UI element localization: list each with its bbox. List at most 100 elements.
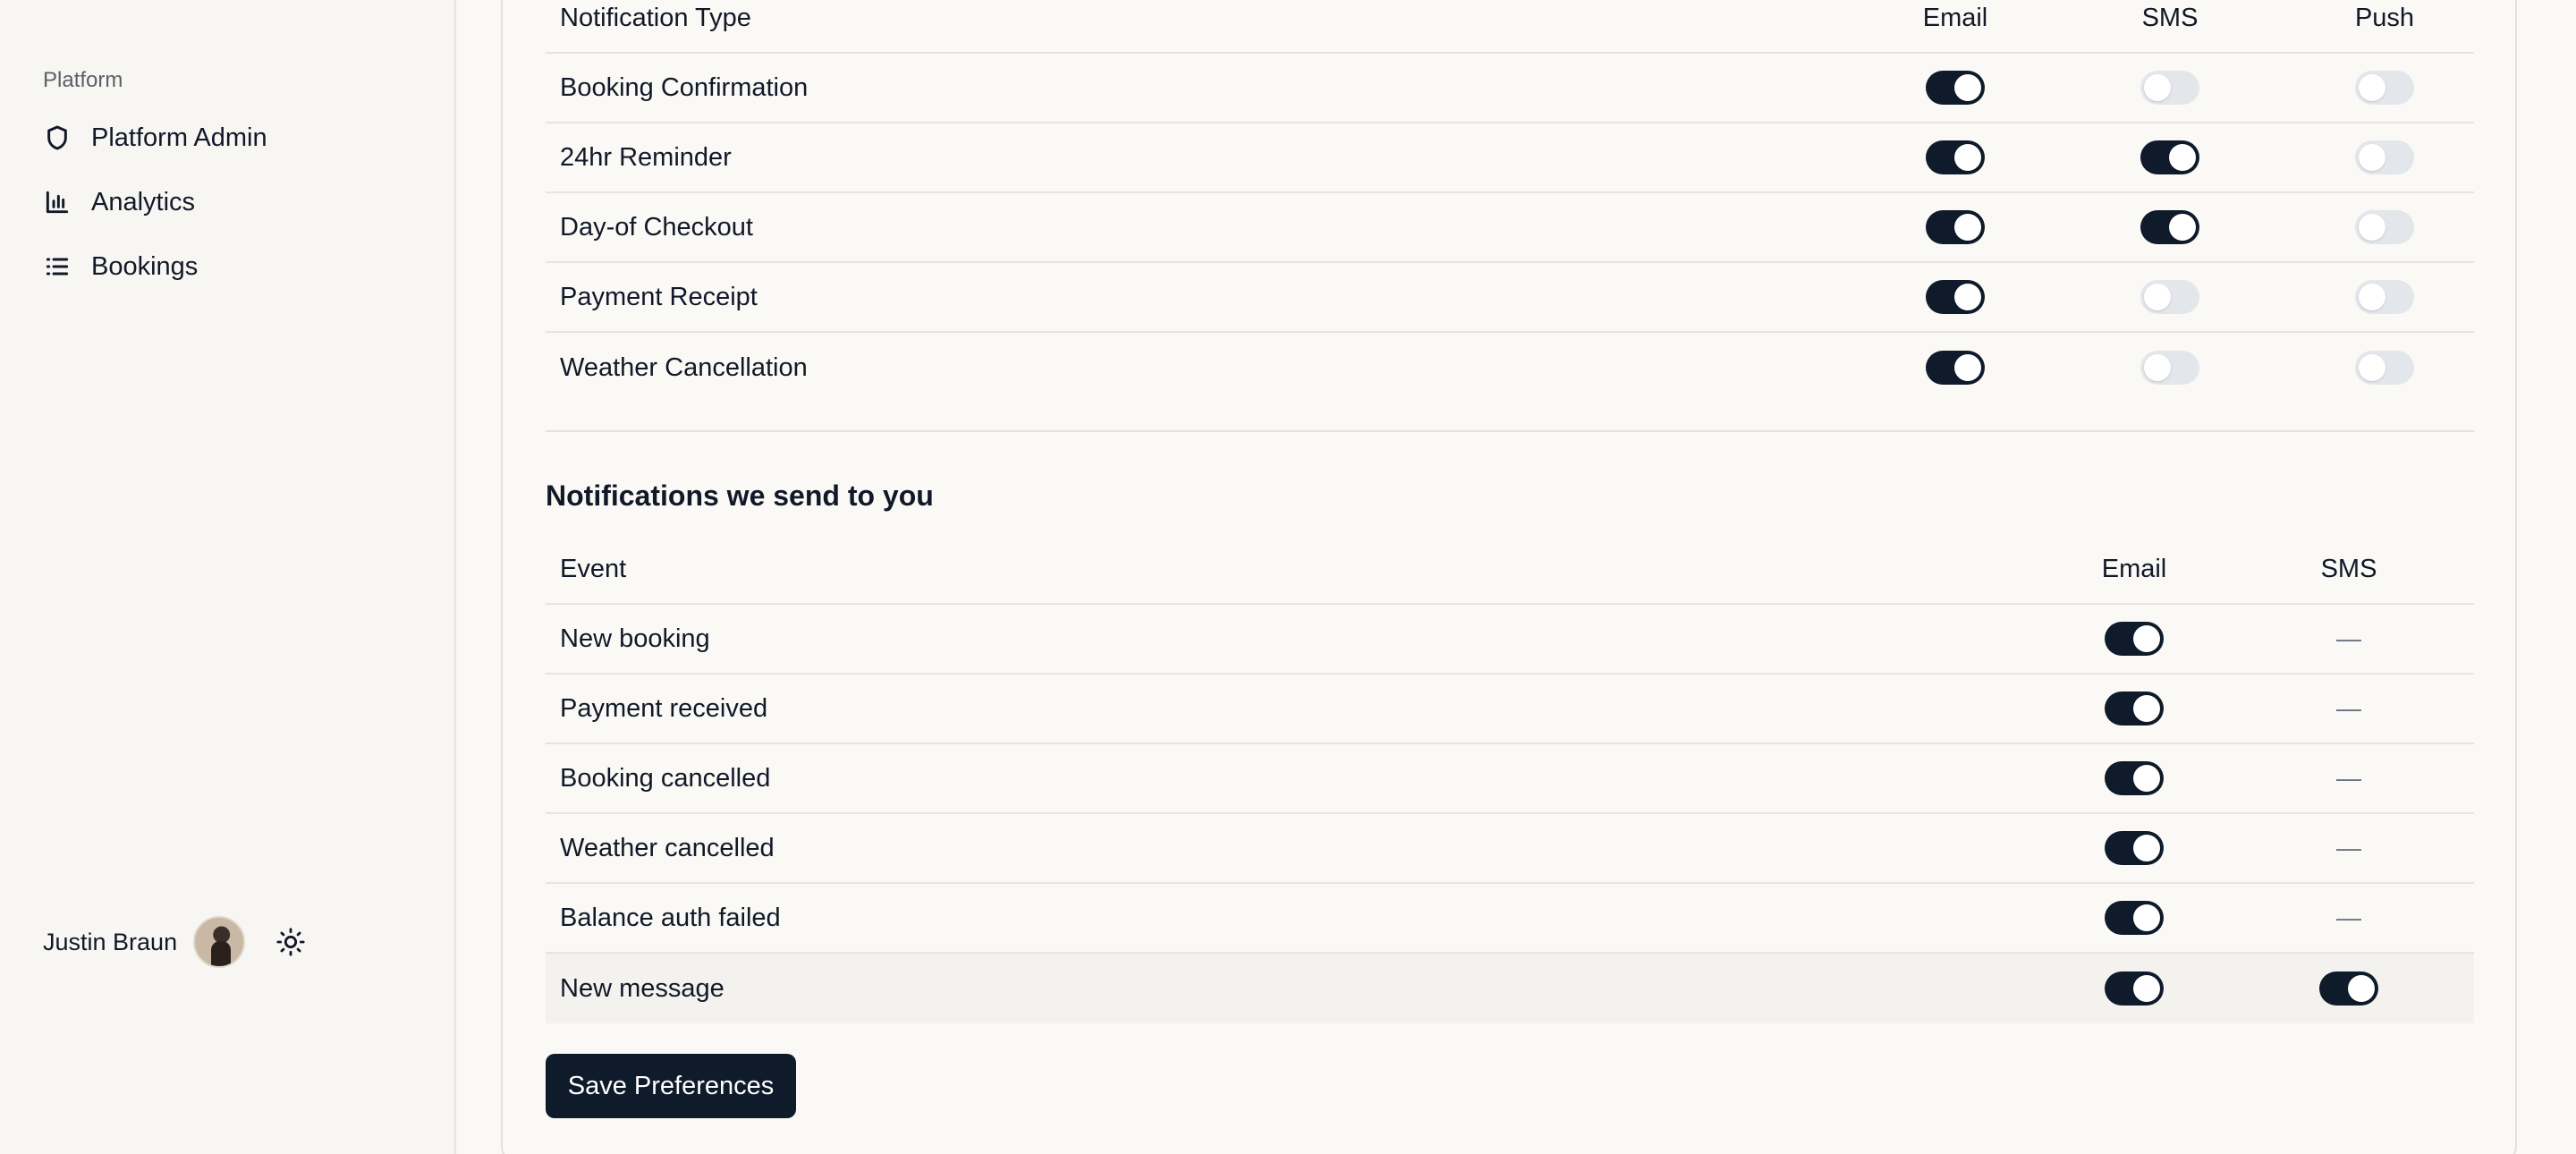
bar-chart-icon <box>43 188 72 216</box>
table-header-row: Event Email SMS <box>546 535 2474 605</box>
unavailable-mark: — <box>2336 904 2361 931</box>
column-header-sms: SMS <box>2320 554 2377 583</box>
sidebar-item-label: Analytics <box>91 187 196 216</box>
toggle-knob <box>2348 975 2375 1002</box>
sms-toggle[interactable] <box>2140 351 2199 385</box>
toggle-knob <box>2133 625 2160 652</box>
row-label: Payment received <box>560 693 768 723</box>
row-label: Booking Confirmation <box>560 72 809 102</box>
email-toggle[interactable] <box>2105 901 2164 935</box>
column-header-email: Email <box>2101 554 2167 583</box>
sms-toggle[interactable] <box>2140 280 2199 314</box>
table-row: Day-of Checkout <box>546 193 2474 263</box>
column-header-push: Push <box>2354 3 2415 32</box>
table-cell <box>2107 351 2233 385</box>
table-cell: — <box>2286 834 2411 862</box>
save-preferences-button[interactable]: Save Preferences <box>546 1054 796 1118</box>
table-cell <box>2072 972 2197 1006</box>
unavailable-mark: — <box>2336 624 2361 652</box>
toggle-knob <box>2359 354 2385 381</box>
push-toggle[interactable] <box>2355 280 2414 314</box>
table-cell <box>1893 280 2018 314</box>
sms-toggle[interactable] <box>2140 71 2199 105</box>
table-row: Booking Confirmation <box>546 54 2474 123</box>
sidebar-item-platform-admin[interactable]: Platform Admin <box>43 111 419 165</box>
table-cell: — <box>2286 694 2411 723</box>
email-toggle[interactable] <box>2105 761 2164 795</box>
table-cell <box>1893 71 2018 105</box>
theme-toggle-button[interactable] <box>274 925 308 959</box>
sidebar-item-analytics[interactable]: Analytics <box>43 175 419 229</box>
table-row: Payment Receipt <box>546 263 2474 333</box>
push-toggle[interactable] <box>2355 351 2414 385</box>
sms-toggle[interactable] <box>2140 210 2199 244</box>
toggle-knob <box>1954 354 1981 381</box>
table-cell <box>1893 210 2018 244</box>
email-toggle[interactable] <box>2105 972 2164 1006</box>
email-toggle[interactable] <box>2105 622 2164 656</box>
sms-toggle[interactable] <box>2140 140 2199 174</box>
table-cell <box>2322 140 2447 174</box>
email-toggle[interactable] <box>1926 140 1985 174</box>
toggle-knob <box>2359 214 2385 241</box>
table-cell: — <box>2286 904 2411 932</box>
table-cell <box>2322 280 2447 314</box>
toggle-knob <box>2359 144 2385 171</box>
table-cell <box>2286 972 2411 1006</box>
sun-icon <box>276 928 305 956</box>
sidebar: Platform Platform Admin Analytics Bookin… <box>0 0 456 1154</box>
email-toggle[interactable] <box>1926 280 1985 314</box>
toggle-knob <box>2144 354 2171 381</box>
table-row: New message <box>546 954 2474 1023</box>
section-divider <box>546 430 2474 432</box>
toggle-knob <box>2169 214 2196 241</box>
list-icon <box>43 252 72 281</box>
shield-icon <box>43 123 72 152</box>
table-cell <box>2107 210 2233 244</box>
email-toggle[interactable] <box>1926 71 1985 105</box>
table-cell <box>2072 622 2197 656</box>
toggle-knob <box>2133 835 2160 861</box>
unavailable-mark: — <box>2336 764 2361 792</box>
table-row: Payment received — <box>546 675 2474 744</box>
avatar[interactable] <box>193 916 246 968</box>
table-cell <box>2072 692 2197 725</box>
sms-toggle[interactable] <box>2319 972 2378 1006</box>
column-header-sms: SMS <box>2141 3 2199 32</box>
table-cell: — <box>2286 624 2411 653</box>
table-cell <box>2107 280 2233 314</box>
push-toggle[interactable] <box>2355 140 2414 174</box>
email-toggle[interactable] <box>1926 351 1985 385</box>
email-toggle[interactable] <box>2105 831 2164 865</box>
toggle-knob <box>2359 74 2385 101</box>
table-row: 24hr Reminder <box>546 123 2474 193</box>
table-cell <box>2322 210 2447 244</box>
table-row: Balance auth failed — <box>546 884 2474 954</box>
table-cell <box>1893 351 2018 385</box>
sidebar-item-bookings[interactable]: Bookings <box>43 240 419 293</box>
push-toggle[interactable] <box>2355 71 2414 105</box>
row-label: Balance auth failed <box>560 903 781 932</box>
push-toggle[interactable] <box>2355 210 2414 244</box>
toggle-knob <box>2144 74 2171 101</box>
table-cell <box>2322 351 2447 385</box>
toggle-knob <box>1954 284 1981 310</box>
table-cell <box>2107 71 2233 105</box>
row-label: Weather cancelled <box>560 833 775 862</box>
table-cell <box>2322 71 2447 105</box>
row-label: Booking cancelled <box>560 763 771 793</box>
sidebar-section-label: Platform <box>43 68 123 92</box>
toggle-knob <box>2169 144 2196 171</box>
table-cell <box>2107 140 2233 174</box>
column-header-event: Event <box>560 554 627 583</box>
email-toggle[interactable] <box>1926 210 1985 244</box>
table-header-row: Notification Type Email SMS Push <box>546 0 2474 54</box>
email-toggle[interactable] <box>2105 692 2164 725</box>
toggle-knob <box>2133 904 2160 931</box>
toggle-knob <box>2144 284 2171 310</box>
row-label: New booking <box>560 624 710 653</box>
table-cell: — <box>2286 764 2411 793</box>
table-cell <box>1893 140 2018 174</box>
column-header-type: Notification Type <box>560 3 751 32</box>
table-cell <box>2072 901 2197 935</box>
